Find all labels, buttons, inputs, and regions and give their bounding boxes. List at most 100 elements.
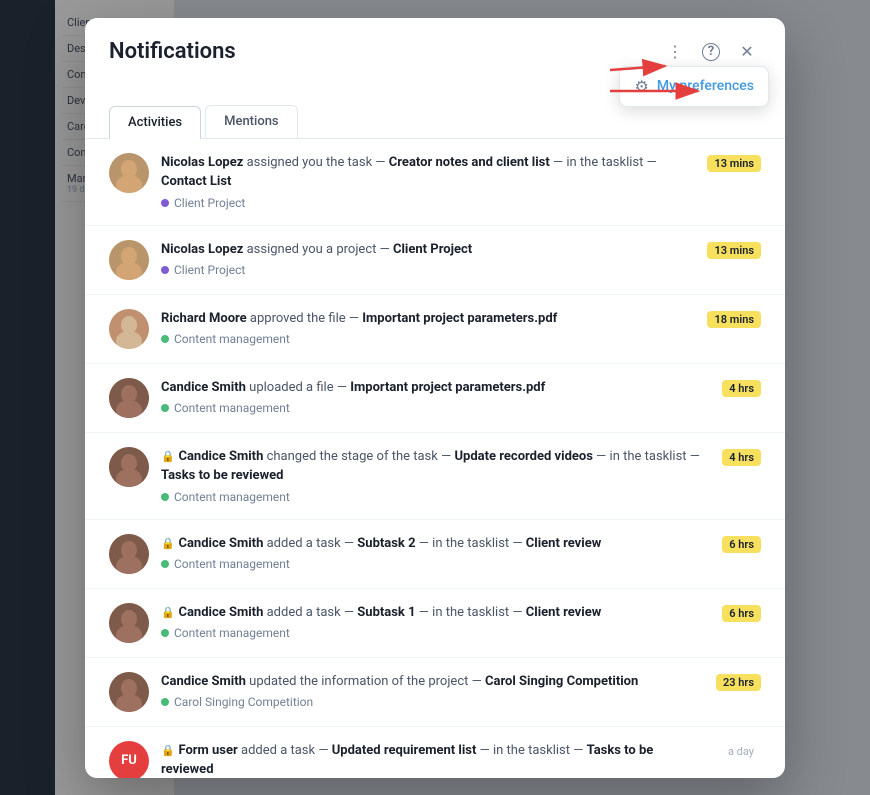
- notification-bold-text: Nicolas Lopez: [161, 242, 243, 257]
- notification-tag: Carol Singing Competition: [161, 695, 313, 709]
- notification-bold-text: Carol Singing Competition: [485, 674, 638, 689]
- notification-item[interactable]: 🔒 Candice Smith changed the stage of the…: [85, 433, 785, 520]
- lock-icon: 🔒: [161, 606, 177, 619]
- notification-bold-text: Candice Smith: [178, 449, 263, 464]
- notification-tag: Content management: [161, 626, 290, 640]
- purple-dot: [161, 266, 169, 274]
- notification-item[interactable]: 🔒 Candice Smith added a task — Subtask 2…: [85, 520, 785, 589]
- notification-plain-text: uploaded a file —: [246, 380, 350, 395]
- notification-time: a day: [721, 743, 761, 760]
- avatar: FU: [109, 741, 149, 778]
- green-dot: [161, 698, 169, 706]
- tag-label: Content management: [174, 332, 290, 346]
- notification-text: Nicolas Lopez assigned you the task — Cr…: [161, 153, 695, 192]
- tag-label: Content management: [174, 401, 290, 415]
- notification-bold-text: Update recorded videos: [454, 449, 593, 464]
- notification-tag: Content management: [161, 557, 290, 571]
- notification-time: 6 hrs: [722, 536, 761, 553]
- close-icon: ✕: [740, 42, 753, 61]
- notification-tag: Content management: [161, 401, 290, 415]
- avatar: [109, 447, 149, 487]
- notification-plain-text: approved the file —: [247, 311, 363, 326]
- tag-label: Client Project: [174, 263, 245, 277]
- notification-content: 🔒 Form user added a task — Updated requi…: [161, 741, 709, 778]
- avatar: [109, 603, 149, 643]
- avatar: [109, 534, 149, 574]
- notification-content: Nicolas Lopez assigned you a project — C…: [161, 240, 695, 279]
- notification-plain-text: — in the tasklist —: [476, 743, 586, 758]
- notification-item[interactable]: Candice Smith updated the information of…: [85, 658, 785, 727]
- notification-bold-text: Contact List: [161, 174, 231, 189]
- preferences-link[interactable]: My preferences: [657, 78, 754, 94]
- notification-bold-text: Candice Smith: [161, 380, 246, 395]
- header-icons: ⋮ ? ✕: [661, 38, 761, 66]
- notification-plain-text: — in the tasklist —: [550, 155, 657, 170]
- help-button[interactable]: ?: [697, 38, 725, 66]
- notification-plain-text: changed the stage of the task —: [263, 449, 454, 464]
- modal-header: Notifications ⋮ ? ✕ ⚙ My preferences: [85, 18, 785, 66]
- notification-tag: Content management: [161, 490, 290, 504]
- notification-item[interactable]: 🔒 Candice Smith added a task — Subtask 1…: [85, 589, 785, 658]
- notification-item[interactable]: FU 🔒 Form user added a task — Updated req…: [85, 727, 785, 778]
- notification-plain-text: — in the tasklist —: [593, 449, 700, 464]
- three-dots-icon: ⋮: [667, 42, 683, 61]
- notification-time: 13 mins: [707, 242, 761, 259]
- notification-item[interactable]: Nicolas Lopez assigned you the task — Cr…: [85, 139, 785, 226]
- notification-bold-text: Important project parameters.pdf: [362, 311, 557, 326]
- notification-item[interactable]: Nicolas Lopez assigned you a project — C…: [85, 226, 785, 295]
- notification-content: Candice Smith uploaded a file — Importan…: [161, 378, 710, 417]
- notification-text: Richard Moore approved the file — Import…: [161, 309, 695, 329]
- notification-time: 4 hrs: [722, 380, 761, 397]
- avatar: [109, 309, 149, 349]
- green-dot: [161, 404, 169, 412]
- notification-bold-text: Nicolas Lopez: [161, 155, 243, 170]
- lock-icon: 🔒: [161, 537, 177, 550]
- notification-text: Nicolas Lopez assigned you a project — C…: [161, 240, 695, 260]
- tag-label: Carol Singing Competition: [174, 695, 313, 709]
- notification-plain-text: updated the information of the project —: [246, 674, 485, 689]
- notification-content: Richard Moore approved the file — Import…: [161, 309, 695, 348]
- notifications-list: Nicolas Lopez assigned you the task — Cr…: [85, 139, 785, 778]
- notification-bold-text: Client Project: [393, 242, 472, 257]
- notification-text: 🔒 Candice Smith added a task — Subtask 1…: [161, 603, 710, 623]
- three-dots-button[interactable]: ⋮: [661, 38, 689, 66]
- notification-bold-text: Client review: [526, 605, 602, 620]
- green-dot: [161, 335, 169, 343]
- notifications-modal: Notifications ⋮ ? ✕ ⚙ My preferences ⚙: [85, 18, 785, 778]
- notification-plain-text: assigned you the task —: [243, 155, 388, 170]
- close-button[interactable]: ✕: [733, 38, 761, 66]
- notification-bold-text: Creator notes and client list: [389, 155, 550, 170]
- notification-content: 🔒 Candice Smith added a task — Subtask 1…: [161, 603, 710, 642]
- lock-icon: 🔒: [161, 450, 177, 463]
- notification-plain-text: added a task —: [263, 536, 357, 551]
- notification-time: 18 mins: [707, 311, 761, 328]
- green-dot: [161, 629, 169, 637]
- avatar: [109, 153, 149, 193]
- green-dot: [161, 493, 169, 501]
- notification-text: Candice Smith updated the information of…: [161, 672, 704, 692]
- notification-item[interactable]: Candice Smith uploaded a file — Importan…: [85, 364, 785, 433]
- notification-plain-text: added a task —: [238, 743, 332, 758]
- notification-bold-text: Important project parameters.pdf: [350, 380, 545, 395]
- notification-bold-text: Tasks to be reviewed: [161, 468, 283, 483]
- notification-plain-text: — in the tasklist —: [416, 605, 526, 620]
- tab-activities[interactable]: Activities: [109, 106, 201, 139]
- notification-content: Nicolas Lopez assigned you the task — Cr…: [161, 153, 695, 211]
- notification-item[interactable]: Richard Moore approved the file — Import…: [85, 295, 785, 364]
- notification-plain-text: assigned you a project —: [243, 242, 393, 257]
- gear-icon: ⚙: [634, 77, 648, 96]
- purple-dot: [161, 199, 169, 207]
- notification-plain-text: — in the tasklist —: [416, 536, 526, 551]
- avatar: [109, 378, 149, 418]
- notification-bold-text: Subtask 2: [357, 536, 415, 551]
- notification-bold-text: Client review: [526, 536, 602, 551]
- notification-time: 13 mins: [707, 155, 761, 172]
- notification-text: Candice Smith uploaded a file — Importan…: [161, 378, 710, 398]
- modal-title: Notifications: [109, 39, 236, 64]
- tab-mentions[interactable]: Mentions: [205, 105, 298, 138]
- notification-tag: Client Project: [161, 263, 245, 277]
- tag-label: Content management: [174, 557, 290, 571]
- tag-label: Client Project: [174, 196, 245, 210]
- tag-label: Content management: [174, 490, 290, 504]
- notification-text: 🔒 Candice Smith added a task — Subtask 2…: [161, 534, 710, 554]
